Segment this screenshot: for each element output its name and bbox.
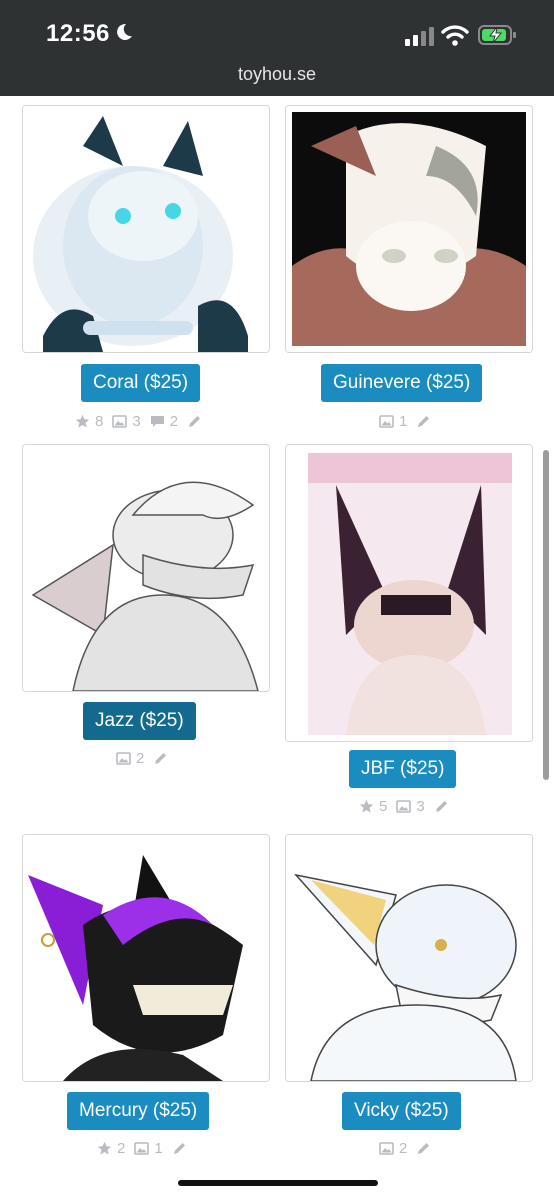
pencil-icon[interactable]: [416, 1141, 431, 1156]
cellular-signal-icon: [405, 27, 434, 46]
character-art-image: [286, 835, 532, 1081]
url-bar[interactable]: toyhou.se: [0, 64, 554, 85]
pencil-icon[interactable]: [416, 414, 431, 429]
wifi-icon: [441, 25, 469, 46]
images-count: 3: [416, 797, 425, 815]
image-icon: [379, 414, 394, 429]
comments-count: 2: [169, 412, 179, 430]
character-art-image: [23, 106, 269, 352]
image-icon: [379, 1141, 394, 1156]
comment-icon: [150, 414, 165, 429]
character-thumbnail-jazz[interactable]: [22, 444, 270, 692]
moon-icon: [117, 23, 132, 40]
character-stats: 1: [379, 412, 436, 432]
character-thumbnail-coral[interactable]: [22, 105, 270, 353]
character-thumbnail-guinevere[interactable]: [285, 105, 533, 353]
images-count: 2: [399, 1139, 408, 1157]
favorites-count: 2: [117, 1139, 126, 1157]
character-art-image: [23, 835, 269, 1081]
star-icon: [359, 799, 374, 814]
star-icon: [75, 414, 90, 429]
images-count: 2: [136, 749, 145, 767]
character-stats: 53: [359, 797, 454, 817]
character-thumbnail-vicky[interactable]: [285, 834, 533, 1082]
pencil-icon[interactable]: [434, 799, 449, 814]
character-stats: 2: [379, 1139, 436, 1159]
character-thumbnail-mercury[interactable]: [22, 834, 270, 1082]
character-name-button[interactable]: Mercury ($25): [67, 1092, 210, 1130]
scrollbar[interactable]: [543, 450, 549, 780]
character-stats: 21: [97, 1139, 192, 1159]
character-stats: 2: [116, 749, 173, 769]
character-art-image: [23, 445, 269, 691]
image-icon: [116, 751, 131, 766]
clock: 12:56: [46, 20, 110, 47]
character-thumbnail-jbf[interactable]: [285, 444, 533, 742]
character-art-image: [286, 106, 532, 352]
pencil-icon[interactable]: [172, 1141, 187, 1156]
character-name-button[interactable]: Coral ($25): [81, 364, 201, 402]
home-indicator[interactable]: [178, 1180, 378, 1186]
images-count: 3: [132, 412, 141, 430]
character-grid: Coral ($25) 8 3 2 Guinevere ($25) 1 Jazz (…: [0, 96, 554, 1199]
star-icon: [97, 1141, 112, 1156]
character-art-image: [286, 445, 532, 741]
character-stats: 8 3 2: [75, 412, 207, 432]
character-name-button[interactable]: JBF ($25): [349, 750, 457, 788]
character-name-button[interactable]: Vicky ($25): [342, 1092, 461, 1130]
image-icon: [112, 414, 128, 429]
image-icon: [134, 1141, 150, 1156]
favorites-count: 8: [95, 412, 104, 430]
images-count: 1: [399, 412, 408, 430]
character-name-button[interactable]: Jazz ($25): [83, 702, 196, 740]
character-name-button[interactable]: Guinevere ($25): [321, 364, 483, 402]
favorites-count: 5: [379, 797, 388, 815]
pencil-icon[interactable]: [187, 414, 202, 429]
status-bar: 12:56 toyhou.se: [0, 0, 554, 96]
images-count: 1: [154, 1139, 163, 1157]
battery-charging-icon: [478, 25, 516, 45]
pencil-icon[interactable]: [153, 751, 168, 766]
image-icon: [396, 799, 412, 814]
